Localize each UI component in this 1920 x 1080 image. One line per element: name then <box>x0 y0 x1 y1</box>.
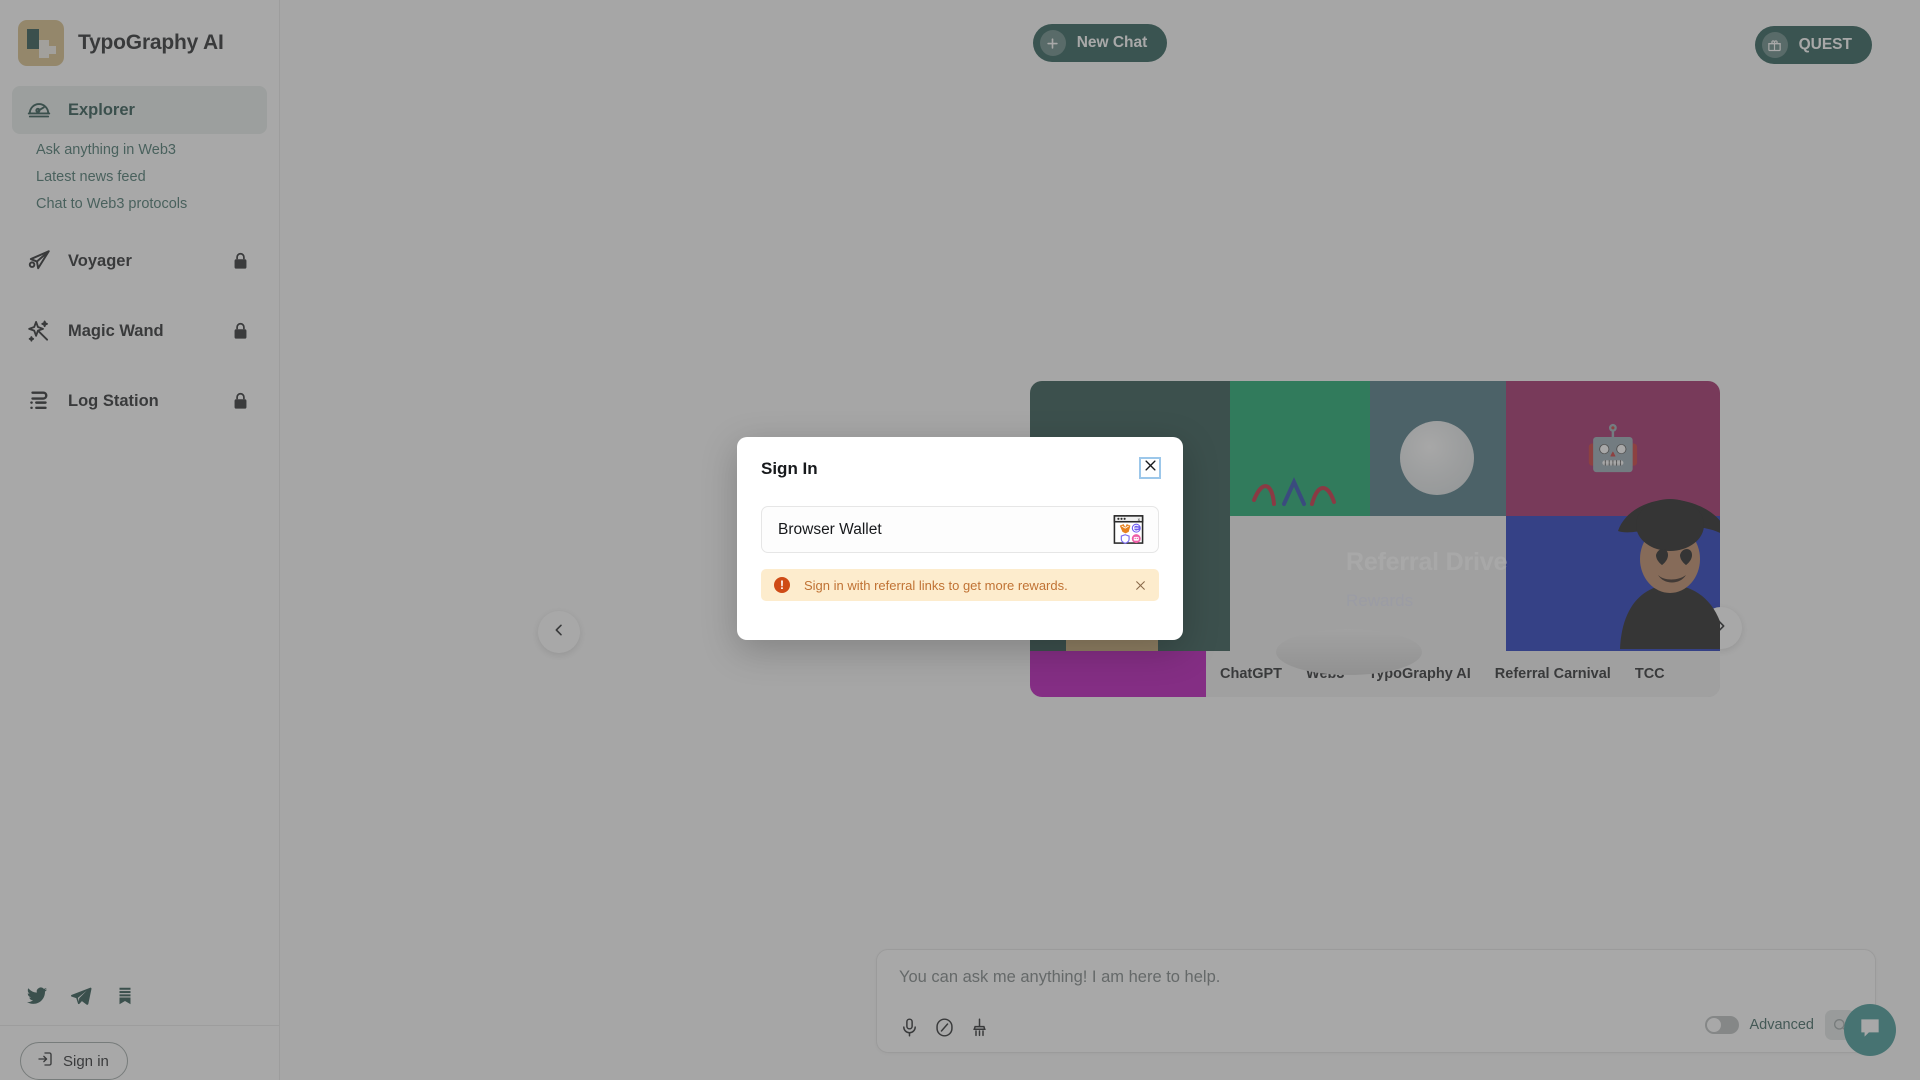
referral-alert: ! Sign in with referral links to get mor… <box>761 569 1159 601</box>
browser-wallet-icon: x <box>1112 513 1145 546</box>
alert-text: Sign in with referral links to get more … <box>804 577 1068 593</box>
exclamation-icon: ! <box>774 577 790 593</box>
alert-close-button[interactable] <box>1134 579 1147 592</box>
close-icon <box>1143 458 1158 478</box>
wallet-name: Browser Wallet <box>778 520 882 538</box>
wallet-option-browser-wallet[interactable]: Browser Wallet x <box>761 506 1159 553</box>
modal-title: Sign In <box>761 459 818 478</box>
modal-close-button[interactable] <box>1139 457 1161 479</box>
app-root: TypoGraphy AI Explorer <box>0 0 1920 1080</box>
sign-in-modal: Sign In Browser Wallet x ! Sign in with … <box>737 437 1183 640</box>
